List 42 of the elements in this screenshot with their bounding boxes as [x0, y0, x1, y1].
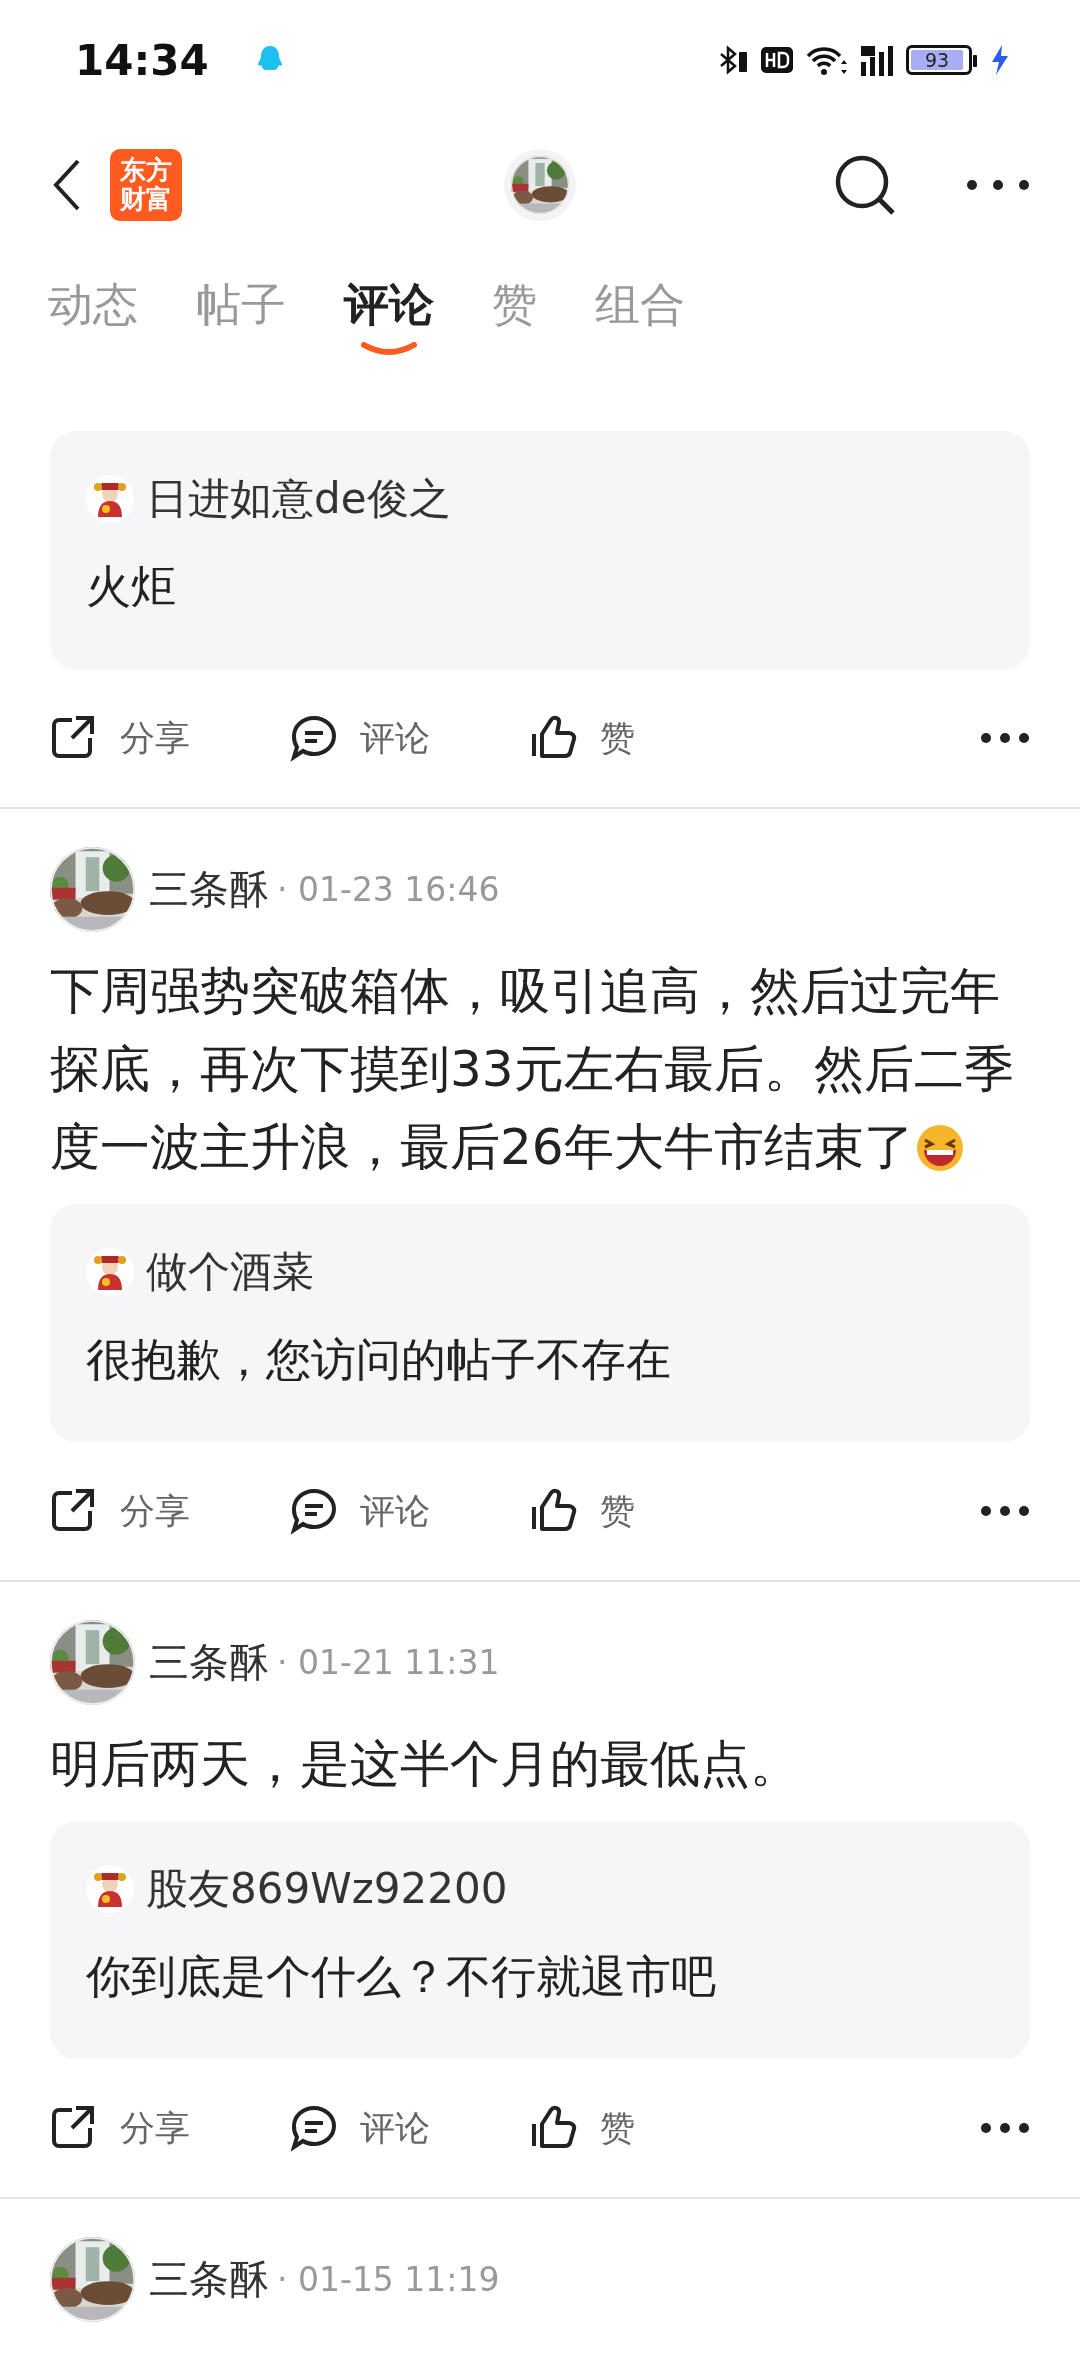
- share-button[interactable]: 分享: [50, 714, 290, 762]
- comment-icon: [290, 2104, 338, 2152]
- hd-icon: [760, 44, 794, 76]
- comment-button[interactable]: 评论: [290, 714, 530, 762]
- comment-button[interactable]: 评论: [290, 2104, 530, 2152]
- post-time: · 01-21 11:31: [277, 1643, 500, 1682]
- share-button[interactable]: 分享: [50, 1487, 290, 1535]
- bluetooth-icon: [718, 45, 748, 75]
- like-button[interactable]: 赞: [530, 1487, 635, 1535]
- comment-button[interactable]: 评论: [290, 1487, 530, 1535]
- author-name[interactable]: 三条酥: [149, 862, 269, 917]
- comment-icon: [290, 714, 338, 762]
- reply-text: 很抱歉，您访问的帖子不存在: [86, 1332, 672, 1388]
- comment-text: 下周强势突破箱体，吸引追高，然后过完年探底，再次下摸到33元左右最后。然后二季度一波主升浪，最后26年大牛市结束了: [50, 961, 1015, 1178]
- author-name[interactable]: 三条酥: [149, 1635, 269, 1690]
- more-icon[interactable]: [980, 732, 1030, 744]
- battery-indicator: 93: [911, 50, 963, 70]
- laughing-emoji-icon: [915, 1124, 964, 1172]
- post-time: · 01-15 11:19: [277, 2260, 500, 2299]
- tab-indicator: [361, 342, 417, 356]
- signal-icon: [860, 44, 894, 76]
- comment-text: 明后两天，是这半个月的最低点。: [50, 1734, 801, 1795]
- more-icon[interactable]: [980, 1505, 1030, 1517]
- charging-icon: [990, 44, 1010, 76]
- wifi-icon: [806, 44, 848, 76]
- tab[interactable]: 评论: [344, 270, 434, 340]
- like-button[interactable]: 赞: [530, 2104, 635, 2152]
- reply-author[interactable]: 做个酒菜: [146, 1244, 314, 1300]
- comment-icon: [290, 1487, 338, 1535]
- app-logo[interactable]: 东方 财富: [110, 149, 182, 221]
- more-icon[interactable]: [966, 179, 1030, 191]
- author-name[interactable]: 三条酥: [149, 2252, 269, 2307]
- reply-author[interactable]: 股友869Wz92200: [146, 1861, 508, 1917]
- clock: 14:34: [75, 35, 209, 85]
- post-time: · 01-23 16:46: [277, 870, 500, 909]
- reply-text: 你到底是个什么？不行就退市吧: [86, 1949, 717, 2005]
- search-icon[interactable]: [834, 154, 896, 216]
- share-button[interactable]: 分享: [50, 2104, 290, 2152]
- reply-text: 火炬: [86, 559, 177, 615]
- reply-author[interactable]: 日进如意de俊之: [146, 471, 451, 527]
- more-icon[interactable]: [980, 2122, 1030, 2134]
- like-button[interactable]: 赞: [530, 714, 635, 762]
